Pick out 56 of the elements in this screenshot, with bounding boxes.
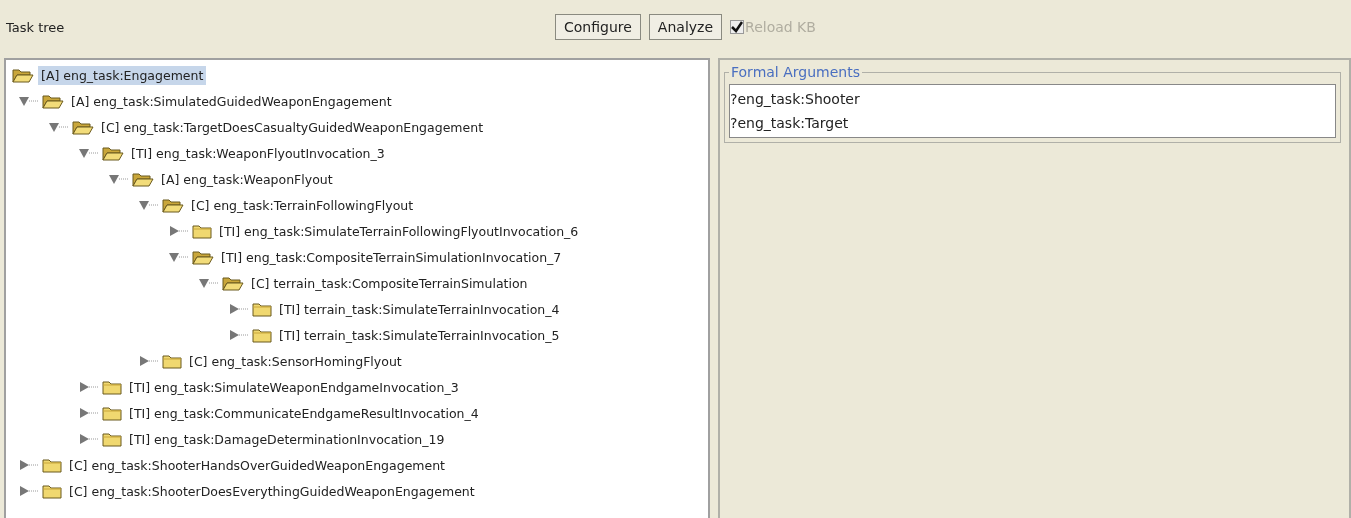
tree-item[interactable]: [TI] eng_task:SimulateWeaponEndgameInvocation_3: [126, 377, 462, 397]
folder-icon: [102, 379, 122, 395]
argument-item[interactable]: ?eng_task:Target: [730, 111, 1335, 135]
collapse-arrow-icon[interactable]: [48, 121, 70, 133]
folder-icon: [162, 353, 182, 369]
tree-item[interactable]: [TI] eng_task:CommunicateEndgameResultInvocation_4: [126, 403, 482, 423]
expand-arrow-icon[interactable]: [78, 381, 100, 393]
folder-icon: [102, 405, 122, 421]
tree-item[interactable]: [C] eng_task:TerrainFollowingFlyout: [188, 195, 417, 215]
collapse-arrow-icon[interactable]: [198, 277, 220, 289]
collapse-arrow-icon[interactable]: [138, 199, 160, 211]
tree-item[interactable]: [C] eng_task:ShooterDoesEverythingGuidedWeaponEngagement: [66, 481, 478, 501]
panel-title: Task tree: [5, 19, 65, 35]
tree-item[interactable]: [A] eng_task:SimulatedGuidedWeaponEngagement: [68, 91, 395, 111]
folder-icon: [252, 301, 272, 317]
open-folder-icon: [102, 145, 124, 161]
expand-arrow-icon[interactable]: [228, 303, 250, 315]
folder-icon: [42, 457, 62, 473]
open-folder-icon: [132, 171, 154, 187]
open-folder-icon: [192, 249, 214, 265]
group-title: Formal Arguments: [730, 64, 861, 80]
tree-item[interactable]: [TI] eng_task:CompositeTerrainSimulationInvocation_7: [218, 247, 565, 267]
expand-arrow-icon[interactable]: [18, 485, 40, 497]
expand-arrow-icon[interactable]: [18, 459, 40, 471]
collapse-arrow-icon[interactable]: [18, 95, 40, 107]
tree-item[interactable]: [A] eng_task:WeaponFlyout: [158, 169, 336, 189]
open-folder-icon: [222, 275, 244, 291]
argument-item[interactable]: ?eng_task:Shooter: [730, 87, 1335, 111]
expand-arrow-icon[interactable]: [168, 225, 190, 237]
tree-item[interactable]: [C] eng_task:SensorHomingFlyout: [186, 351, 405, 371]
tree-item[interactable]: [TI] eng_task:DamageDeterminationInvocation_19: [126, 429, 448, 449]
tree-item[interactable]: [C] eng_task:ShooterHandsOverGuidedWeaponEngagement: [66, 455, 448, 475]
folder-icon: [102, 431, 122, 447]
open-folder-icon: [72, 119, 94, 135]
folder-icon: [42, 483, 62, 499]
toolbar-button[interactable]: Analyze: [648, 14, 723, 40]
collapse-arrow-icon[interactable]: [108, 173, 130, 185]
collapse-arrow-icon[interactable]: [78, 147, 100, 159]
open-folder-icon: [42, 93, 64, 109]
tree-item[interactable]: [C] terrain_task:CompositeTerrainSimulation: [248, 273, 531, 293]
expand-arrow-icon[interactable]: [228, 329, 250, 341]
checkbox-label: Reload KB: [745, 19, 816, 35]
tree-item[interactable]: [TI] terrain_task:SimulateTerrainInvocation_4: [276, 299, 563, 319]
open-folder-icon: [162, 197, 184, 213]
tree-item[interactable]: [TI] eng_task:SimulateTerrainFollowingFlyoutInvocation_6: [216, 221, 582, 241]
expand-arrow-icon[interactable]: [78, 433, 100, 445]
toolbar-button[interactable]: Configure: [555, 14, 641, 40]
collapse-arrow-icon[interactable]: [168, 251, 190, 263]
folder-icon: [192, 223, 212, 239]
tree-item[interactable]: [A] eng_task:Engagement: [38, 65, 207, 85]
folder-icon: [252, 327, 272, 343]
tree-item[interactable]: [TI] terrain_task:SimulateTerrainInvocation_5: [276, 325, 563, 345]
expand-arrow-icon[interactable]: [78, 407, 100, 419]
tree-item[interactable]: [TI] eng_task:WeaponFlyoutInvocation_3: [128, 143, 388, 163]
expand-arrow-icon[interactable]: [138, 355, 160, 367]
tree-item[interactable]: [C] eng_task:TargetDoesCasualtyGuidedWeaponEngagement: [98, 117, 487, 137]
